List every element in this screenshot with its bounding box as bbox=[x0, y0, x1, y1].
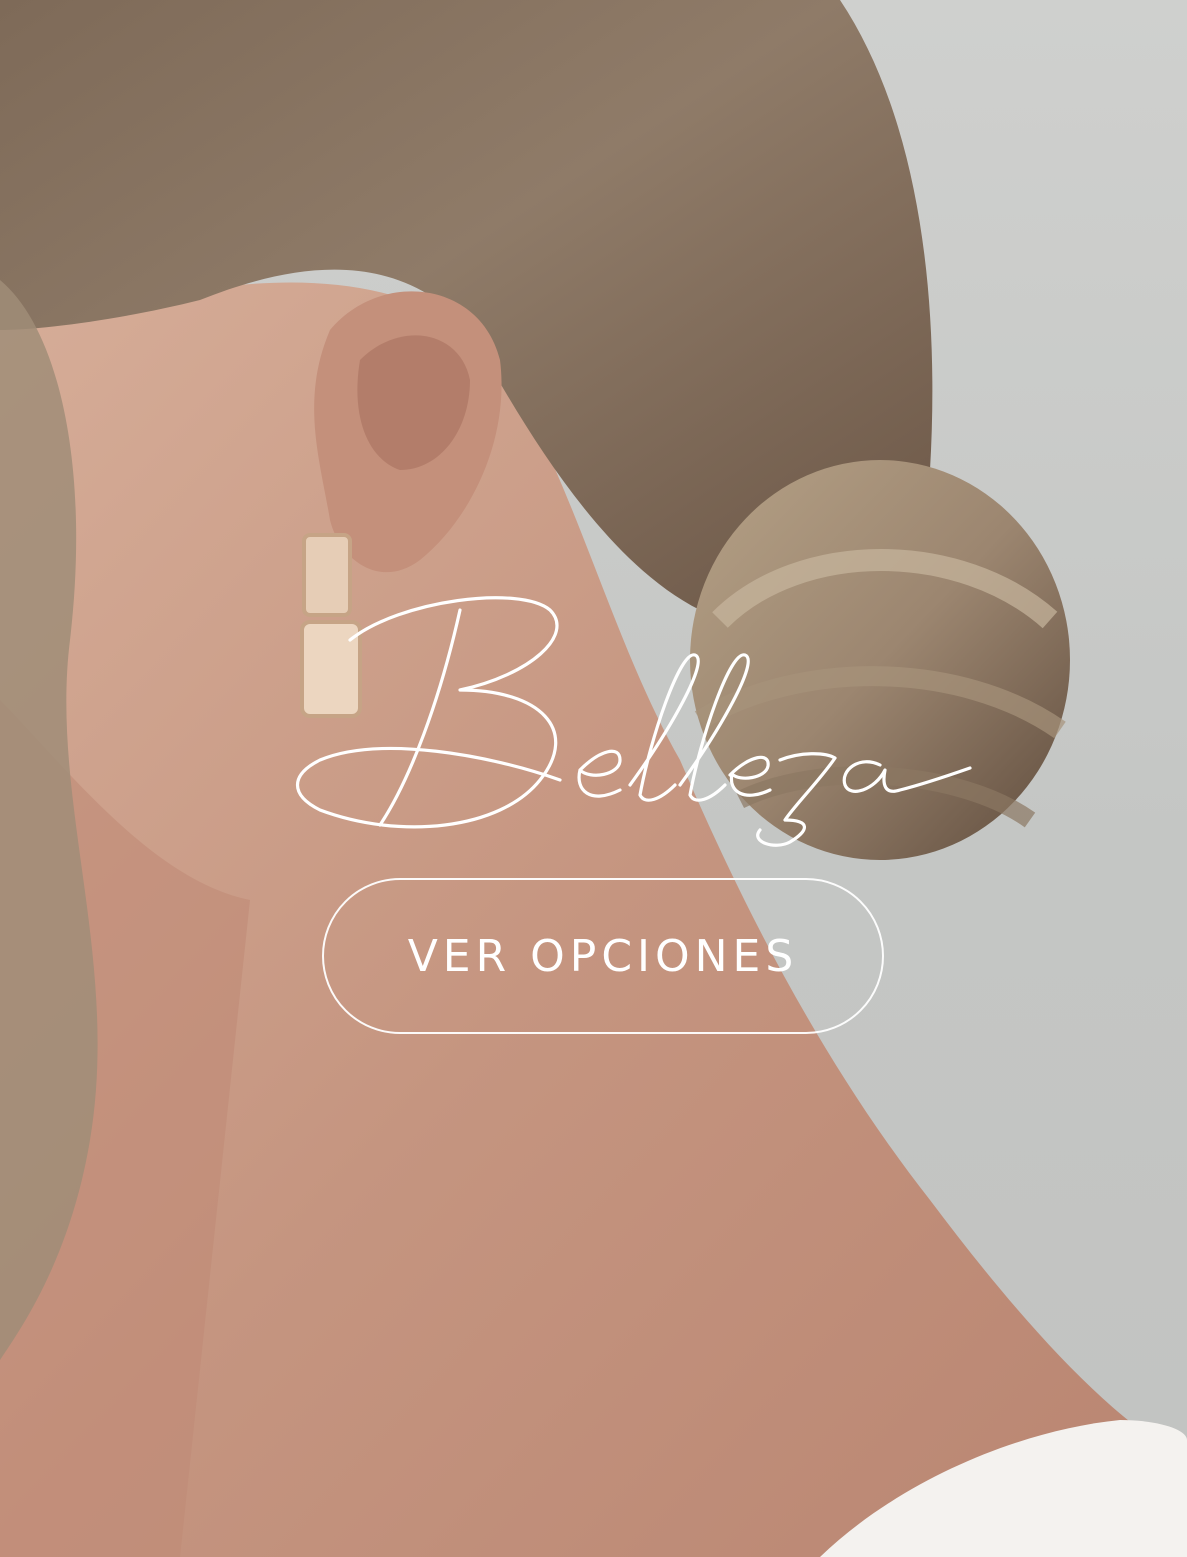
ver-opciones-label: VER OPCIONES bbox=[407, 930, 799, 982]
script-title-lettering bbox=[295, 596, 972, 847]
script-title: Belleza bbox=[290, 580, 980, 850]
hero-card: Belleza VER OPCIONES bbox=[0, 0, 1187, 1557]
ver-opciones-button[interactable]: VER OPCIONES bbox=[322, 878, 884, 1034]
